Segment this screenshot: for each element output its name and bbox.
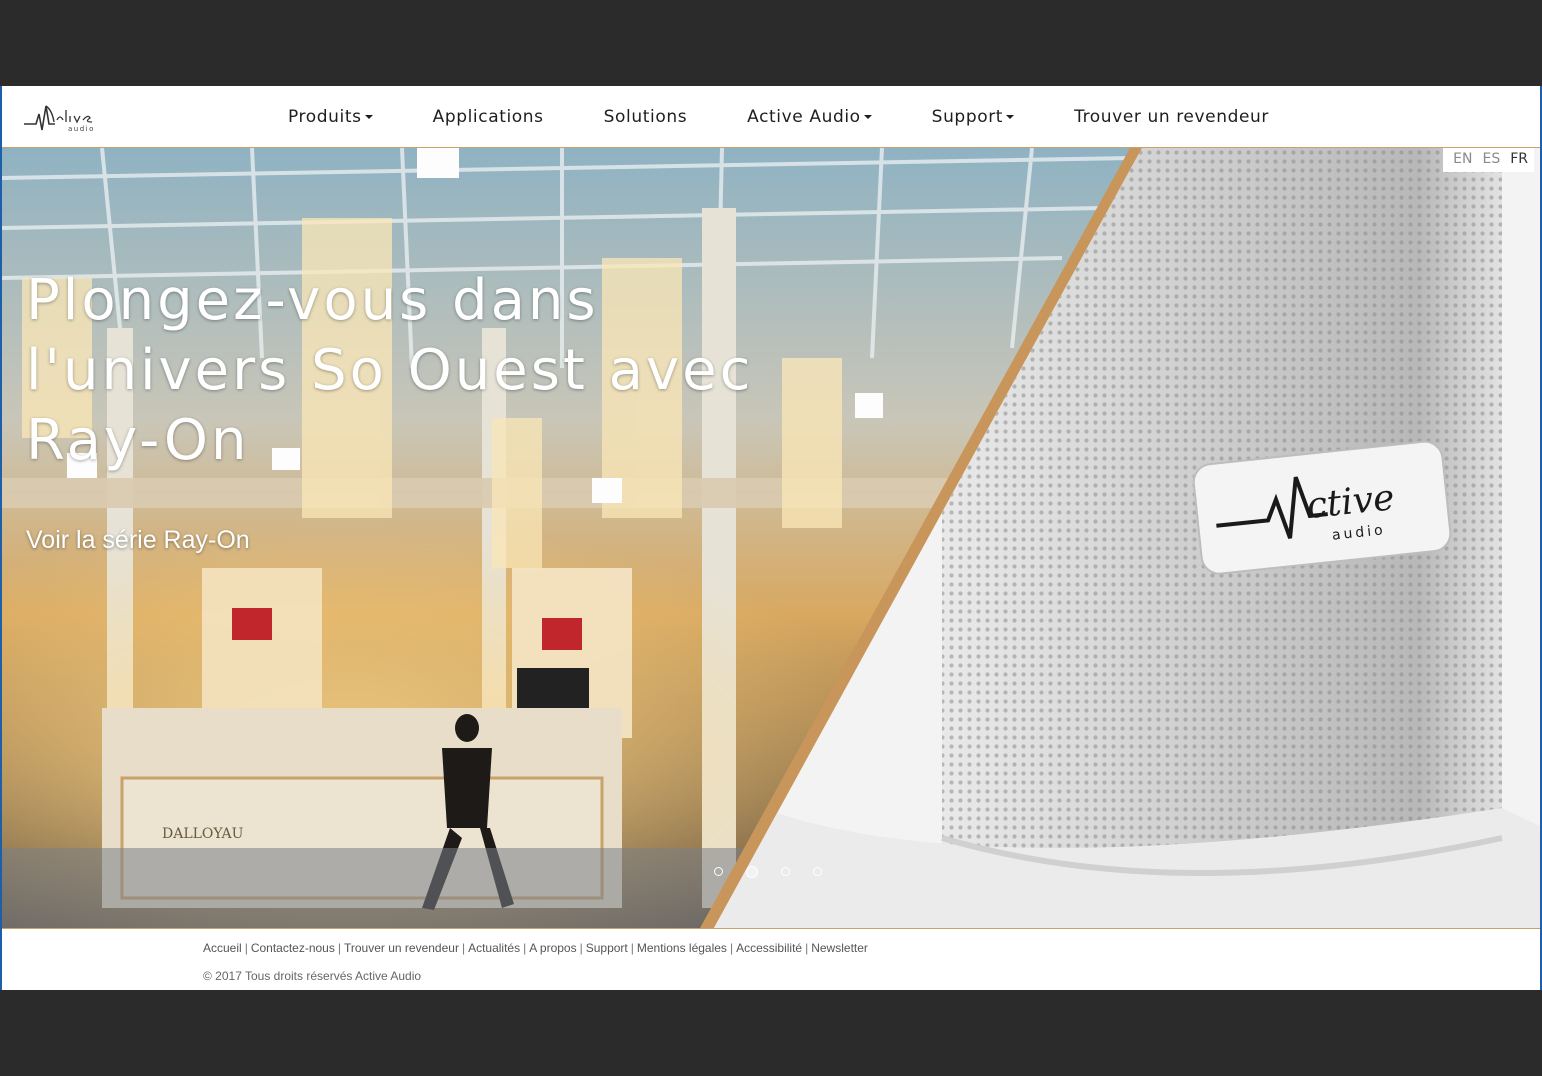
caret-down-icon [364, 114, 373, 119]
footer-link-newsletter[interactable]: Newsletter [811, 941, 868, 955]
nav-trouver-revendeur[interactable]: Trouver un revendeur [1074, 107, 1269, 127]
footer-link-a-propos[interactable]: A propos [529, 941, 576, 955]
nav-active-audio-label: Active Audio [747, 106, 861, 127]
footer-link-accessibilite[interactable]: Accessibilité [736, 941, 802, 955]
nav-active-audio[interactable]: Active Audio [747, 107, 872, 127]
nav-produits-label: Produits [288, 106, 362, 127]
footer-copyright: © 2017 Tous droits réservés Active Audio [203, 969, 422, 983]
footer-separator: | [244, 941, 248, 955]
caret-down-icon [1006, 114, 1015, 119]
site-footer: Accueil | Contactez-nous | Trouver un revend… [2, 928, 1540, 990]
nav-solutions[interactable]: Solutions [604, 107, 688, 127]
nav-applications[interactable]: Applications [433, 107, 544, 127]
footer-separator: | [805, 941, 809, 955]
site-header: audio Produits Applications Solutions Ac… [2, 86, 1540, 148]
nav-solutions-label: Solutions [603, 106, 688, 127]
language-switcher: EN ES FR [1443, 148, 1534, 172]
browser-viewport: audio Produits Applications Solutions Ac… [0, 86, 1542, 990]
active-audio-logo[interactable]: audio [22, 96, 102, 136]
svg-text:DALLOYAU: DALLOYAU [162, 826, 244, 842]
nav-support[interactable]: Support [931, 106, 1015, 127]
nav-applications-label: Applications [432, 106, 544, 127]
hero-headline-line-3: Ray-On [26, 408, 250, 473]
footer-link-accueil[interactable]: Accueil [203, 941, 242, 955]
footer-link-contactez-nous[interactable]: Contactez-nous [251, 941, 335, 955]
hero-slider: DALLOYAU ctive audio EN ES FR Plongez-vo… [2, 148, 1540, 928]
nav-produits[interactable]: Produits [288, 107, 373, 127]
slider-dot-1[interactable] [714, 867, 723, 876]
footer-link-trouver-revendeur[interactable]: Trouver un revendeur [344, 941, 459, 955]
svg-text:audio: audio [68, 125, 95, 133]
footer-separator: | [729, 941, 734, 955]
footer-link-support[interactable]: Support [586, 941, 628, 955]
footer-separator: | [630, 941, 634, 955]
hero-headline-line-1: Plongez-vous dans [26, 268, 599, 333]
slider-dot-2[interactable] [746, 866, 758, 878]
footer-separator: | [523, 941, 527, 955]
lang-es[interactable]: ES [1482, 151, 1500, 167]
nav-support-label: Support [931, 106, 1004, 127]
caret-down-icon [863, 114, 872, 119]
lang-fr[interactable]: FR [1510, 151, 1528, 167]
footer-separator: | [337, 941, 341, 955]
slider-dot-3[interactable] [781, 867, 790, 876]
hero-headline: Plongez-vous dans l'univers So Ouest ave… [26, 266, 826, 476]
slider-dot-4[interactable] [813, 867, 822, 876]
main-nav: Produits Applications Solutions Active A… [288, 86, 1269, 147]
footer-links: Accueil | Contactez-nous | Trouver un revend… [203, 941, 868, 955]
footer-link-actualites[interactable]: Actualités [468, 941, 520, 955]
footer-link-mentions-legales[interactable]: Mentions légales [637, 941, 727, 955]
footer-separator: | [461, 941, 466, 955]
footer-separator: | [579, 941, 583, 955]
lang-en[interactable]: EN [1453, 151, 1472, 167]
hero-cta-link[interactable]: Voir la série Ray-On [26, 526, 250, 555]
hero-headline-line-2: l'univers So Ouest avec [26, 338, 754, 403]
nav-trouver-revendeur-label: Trouver un revendeur [1074, 106, 1270, 127]
slider-pagination [714, 866, 822, 878]
